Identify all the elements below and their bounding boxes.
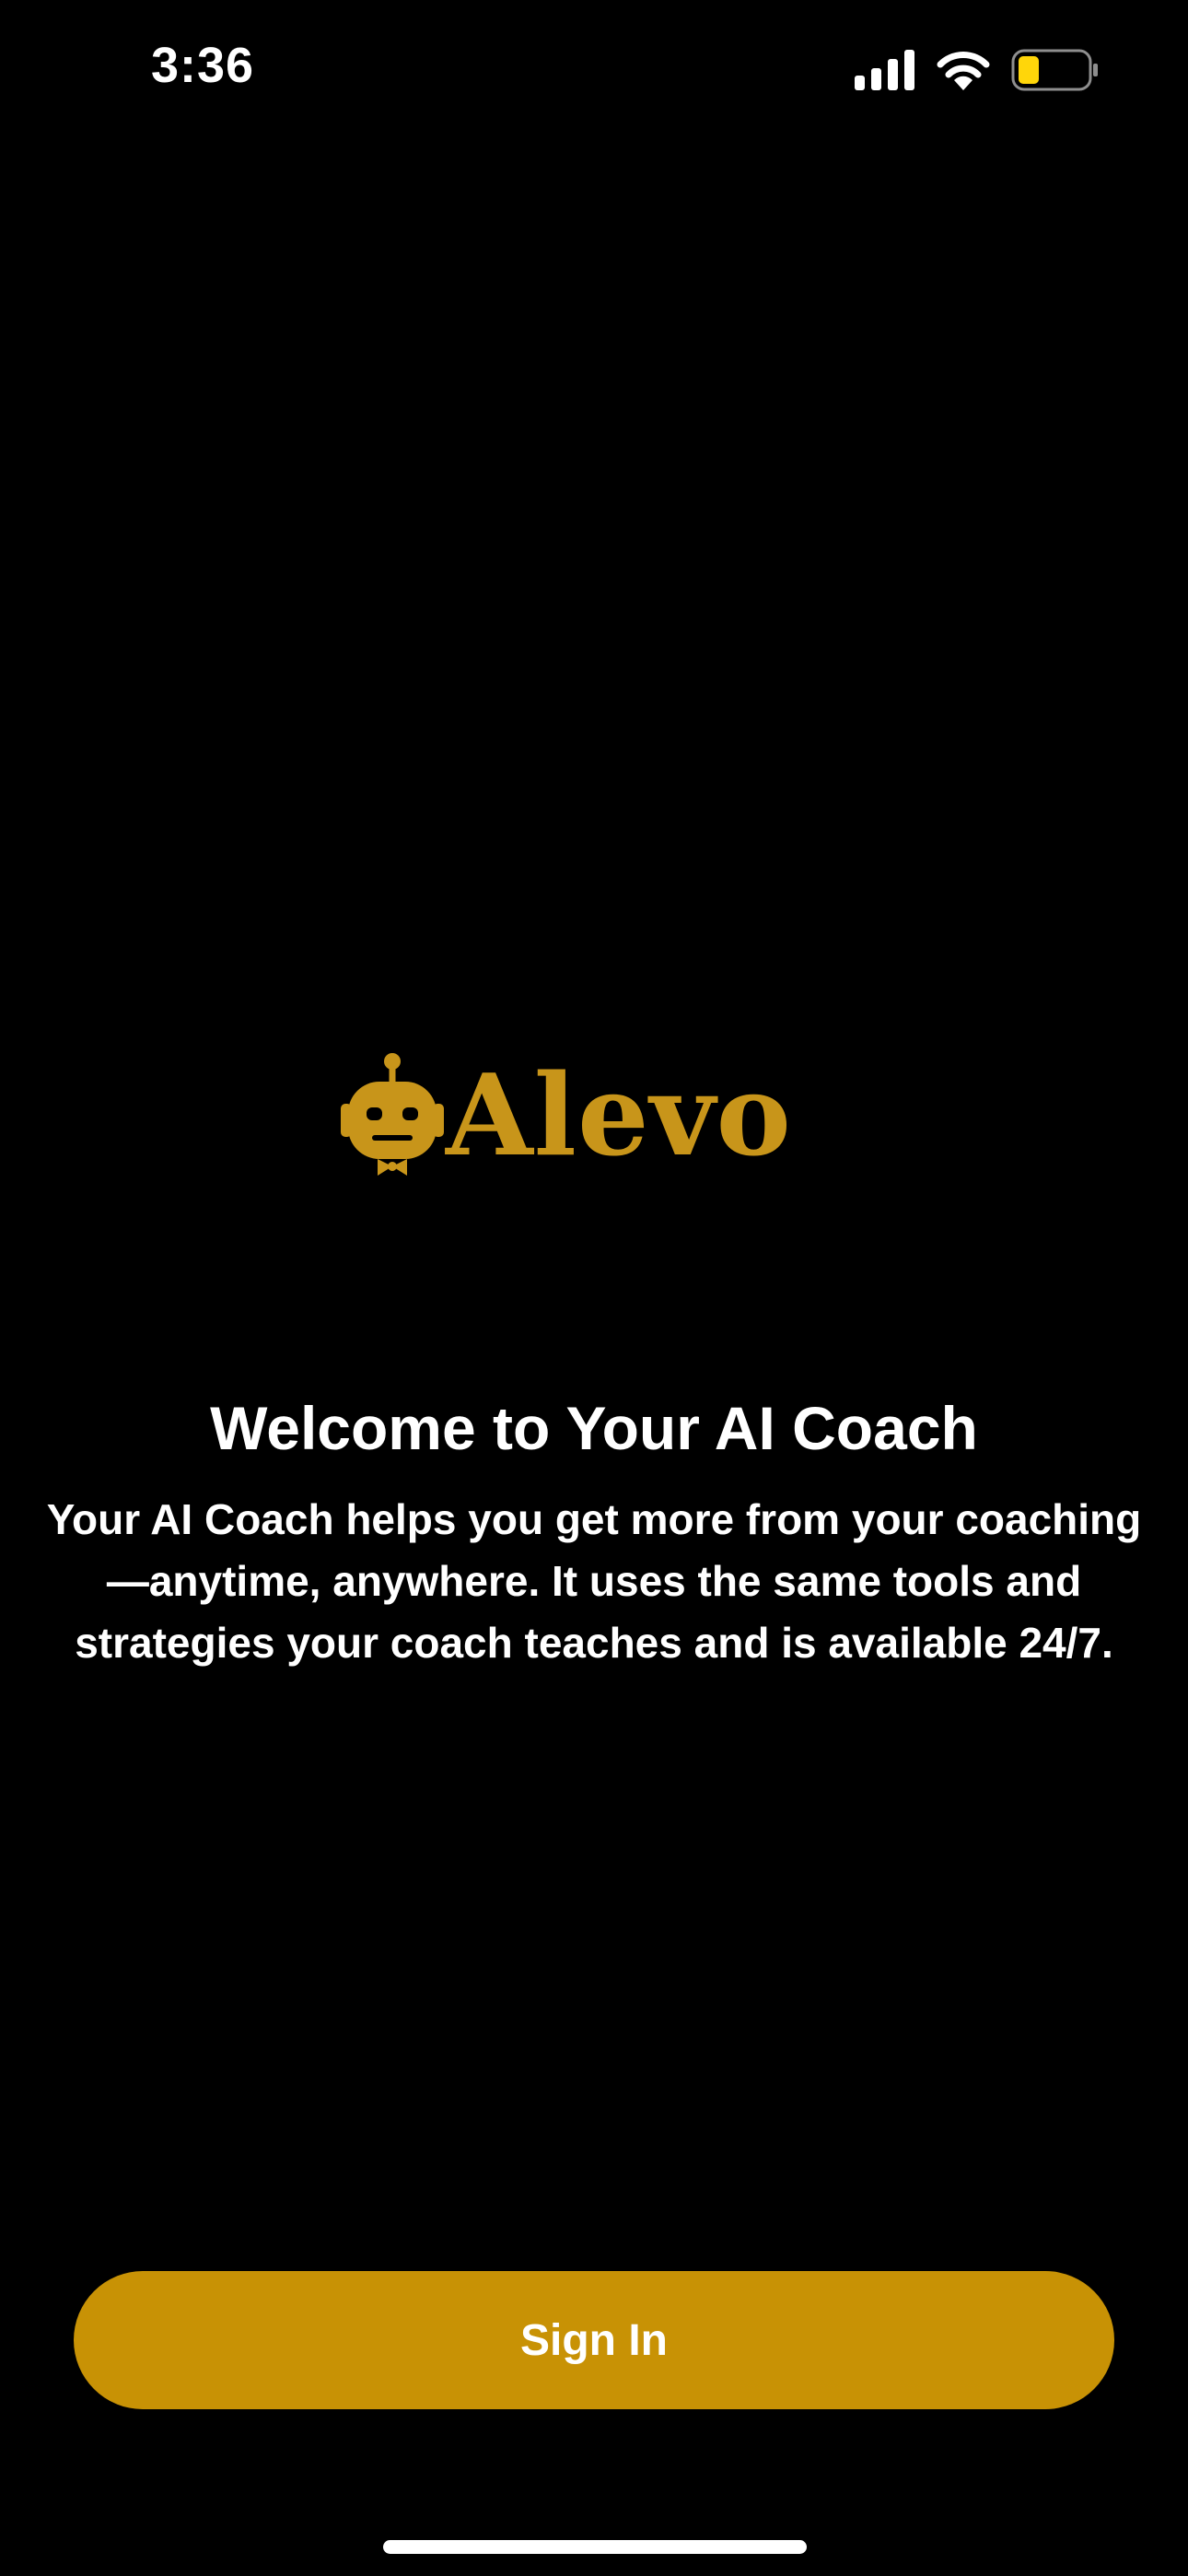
sign-in-button[interactable]: Sign In xyxy=(74,2271,1114,2409)
battery-icon xyxy=(1011,49,1098,91)
robot-icon xyxy=(341,1053,444,1176)
welcome-description-line: —anytime, anywhere. It uses the same too… xyxy=(106,1557,1082,1605)
status-time: 3:36 xyxy=(151,38,255,93)
status-bar: 3:36 xyxy=(0,0,1188,138)
status-icons xyxy=(855,46,1100,94)
home-indicator[interactable] xyxy=(383,2540,807,2554)
welcome-description: Your AI Coach helps you get more from yo… xyxy=(0,1489,1188,1674)
brand-name: Alevo xyxy=(446,1048,792,1181)
welcome-description-line: strategies your coach teaches and is ava… xyxy=(75,1619,1113,1667)
welcome-description-line: Your AI Coach helps you get more from yo… xyxy=(46,1495,1142,1543)
cellular-signal-icon xyxy=(855,50,914,90)
welcome-title: Welcome to Your AI Coach xyxy=(210,1394,978,1462)
alevo-logo: Alevo xyxy=(341,1050,847,1179)
wifi-icon xyxy=(937,52,990,90)
